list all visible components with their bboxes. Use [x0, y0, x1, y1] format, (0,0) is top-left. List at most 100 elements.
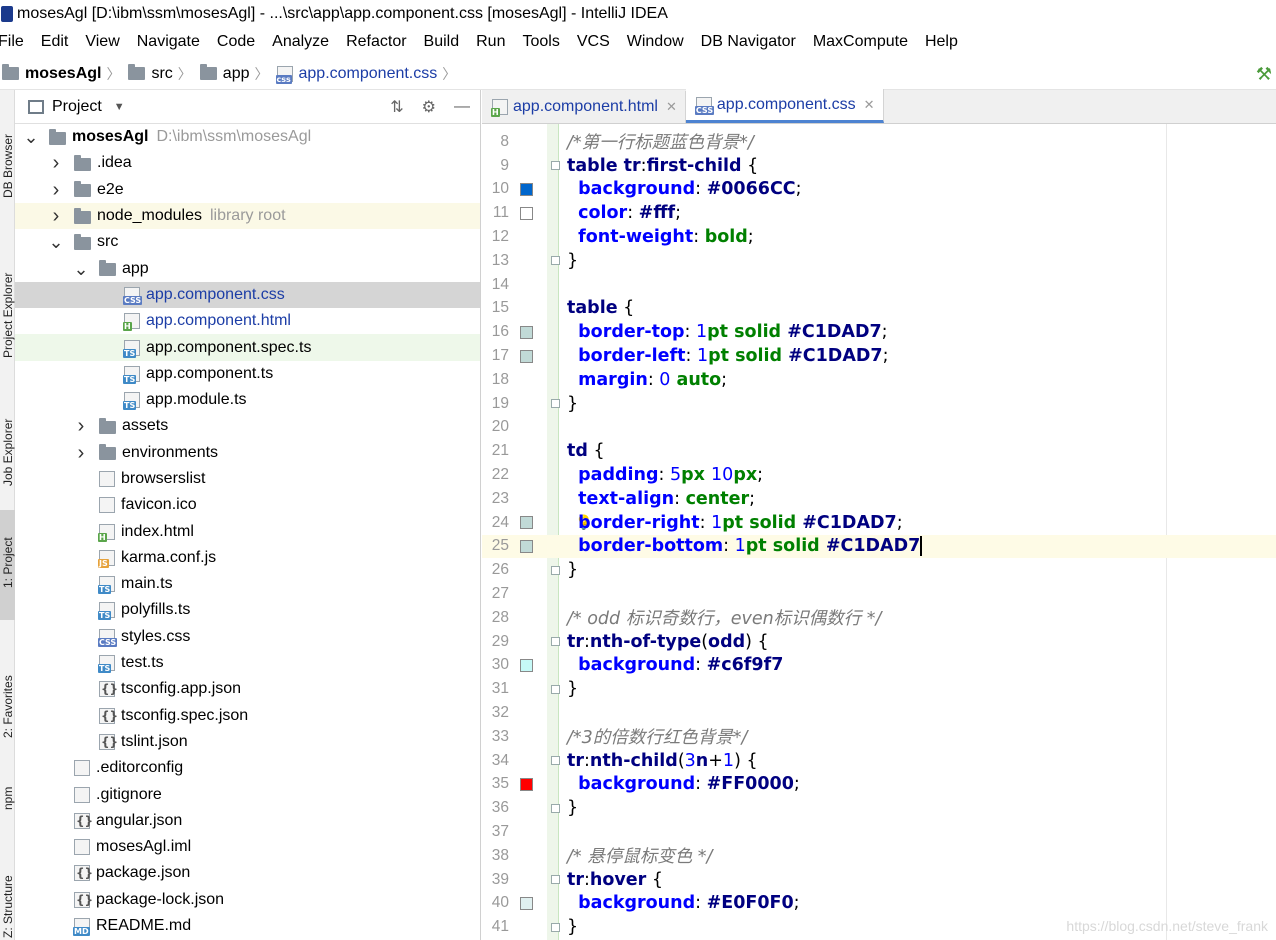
- breadcrumb-app[interactable]: app 〉: [199, 64, 277, 84]
- tree-item[interactable]: {} tslint.json: [15, 729, 480, 755]
- code-line[interactable]: 36}: [482, 796, 1276, 820]
- tree-item[interactable]: TS main.ts: [15, 571, 480, 597]
- close-icon[interactable]: ✕: [864, 97, 875, 113]
- tool-tab-project-explorer[interactable]: Project Explorer: [0, 230, 15, 360]
- color-swatch-icon[interactable]: [520, 896, 533, 910]
- build-hammer-icon[interactable]: ⚒: [1256, 64, 1272, 85]
- expand-arrow-right-icon[interactable]: ›: [73, 416, 89, 436]
- fold-marker-icon[interactable]: [551, 803, 560, 813]
- fold-marker-icon[interactable]: [551, 565, 560, 575]
- tree-item[interactable]: › .idea: [15, 150, 480, 176]
- menu-edit[interactable]: Edit: [41, 33, 69, 51]
- menu-file[interactable]: File: [0, 33, 24, 51]
- tree-item[interactable]: {} angular.json: [15, 808, 480, 834]
- editor-tab[interactable]: CSS app.component.css ✕: [685, 89, 884, 123]
- code-line[interactable]: 37: [482, 820, 1276, 844]
- expand-arrow-right-icon[interactable]: ›: [73, 443, 89, 463]
- menu-analyze[interactable]: Analyze: [272, 33, 329, 51]
- menu-db-navigator[interactable]: DB Navigator: [701, 33, 796, 51]
- menu-run[interactable]: Run: [476, 33, 505, 51]
- code-line[interactable]: 15 table {: [482, 297, 1276, 321]
- tool-tab-structure[interactable]: Z: Structure: [0, 860, 15, 940]
- editor-tab[interactable]: Happ.component.html ✕: [482, 91, 686, 123]
- menu-window[interactable]: Window: [627, 33, 684, 51]
- color-swatch-icon[interactable]: [520, 182, 533, 196]
- menu-tools[interactable]: Tools: [522, 33, 559, 51]
- fold-marker-icon[interactable]: [551, 922, 560, 932]
- color-swatch-icon[interactable]: [520, 658, 533, 672]
- expand-arrow-right-icon[interactable]: ›: [48, 206, 64, 226]
- code-line[interactable]: 22 padding: 5px 10px;: [482, 463, 1276, 487]
- tree-item[interactable]: ⌄ app: [15, 255, 480, 281]
- code-line[interactable]: 39 tr:hover {: [482, 868, 1276, 892]
- code-line[interactable]: 18 margin: 0 auto;: [482, 368, 1276, 392]
- tree-item[interactable]: mosesAgl.iml: [15, 834, 480, 860]
- code-line[interactable]: 32: [482, 701, 1276, 725]
- code-line[interactable]: 28 /* odd 标识奇数行，even标识偶数行 */: [482, 606, 1276, 630]
- code-line[interactable]: 10 background: #0066CC;: [482, 178, 1276, 202]
- tree-item[interactable]: browserslist: [15, 466, 480, 492]
- code-line[interactable]: 34 tr:nth-child(3n+1) {: [482, 749, 1276, 773]
- code-area[interactable]: 8/*第一行标题蓝色背景*/9 table tr:first-child {10 …: [482, 124, 1276, 940]
- expand-arrow-right-icon[interactable]: ›: [48, 180, 64, 200]
- code-line[interactable]: 14: [482, 273, 1276, 297]
- tree-item[interactable]: CSS styles.css: [15, 624, 480, 650]
- expand-arrow-right-icon[interactable]: ›: [48, 153, 64, 173]
- fold-marker-icon[interactable]: [551, 875, 560, 885]
- fold-marker-icon[interactable]: [551, 756, 560, 766]
- tree-item[interactable]: {} package.json: [15, 860, 480, 886]
- tree-item[interactable]: ⌄ mosesAgl D:\ibm\ssm\mosesAgl: [15, 124, 480, 150]
- code-line[interactable]: 20: [482, 416, 1276, 440]
- code-line[interactable]: 26}: [482, 558, 1276, 582]
- tree-item[interactable]: .gitignore: [15, 781, 480, 807]
- color-swatch-icon[interactable]: [520, 325, 533, 339]
- code-line[interactable]: 11 color: #fff;: [482, 201, 1276, 225]
- tree-item[interactable]: TS app.module.ts: [15, 387, 480, 413]
- tree-item[interactable]: .editorconfig: [15, 755, 480, 781]
- close-icon[interactable]: ✕: [666, 99, 677, 115]
- tree-item[interactable]: › node_modules library root: [15, 202, 480, 230]
- menu-help[interactable]: Help: [925, 33, 958, 51]
- menu-build[interactable]: Build: [424, 33, 460, 51]
- tree-item[interactable]: Hindex.html: [15, 518, 480, 544]
- menu-navigate[interactable]: Navigate: [137, 33, 200, 51]
- tool-tab-job-explorer[interactable]: Job Explorer: [0, 390, 15, 490]
- tree-item[interactable]: TS app.component.spec.ts: [15, 334, 480, 361]
- collapse-all-icon[interactable]: ⇅: [390, 97, 403, 117]
- tool-tab-favorites[interactable]: 2: Favorites: [0, 650, 15, 750]
- color-swatch-icon[interactable]: [520, 539, 533, 553]
- code-line[interactable]: 30 background: #c6f9f7: [482, 654, 1276, 678]
- tool-tab-project[interactable]: 1: Project: [0, 510, 15, 620]
- breadcrumb-file[interactable]: css app.component.css 〉: [275, 64, 465, 84]
- tree-item[interactable]: {} package-lock.json: [15, 887, 480, 913]
- code-line[interactable]: 16 border-top: 1pt solid #C1DAD7;: [482, 320, 1276, 344]
- code-line[interactable]: 25 border-bottom: 1pt solid #C1DAD7: [482, 534, 1276, 559]
- expand-arrow-down-icon[interactable]: ⌄: [23, 128, 39, 146]
- code-line[interactable]: 19}: [482, 392, 1276, 416]
- code-line[interactable]: 9 table tr:first-child {: [482, 154, 1276, 178]
- code-line[interactable]: 31}: [482, 677, 1276, 701]
- chevron-down-icon[interactable]: ▼: [114, 101, 125, 113]
- tree-item[interactable]: TS test.ts: [15, 650, 480, 676]
- code-line[interactable]: 27: [482, 582, 1276, 606]
- menu-maxcompute[interactable]: MaxCompute: [813, 33, 908, 51]
- fold-marker-icon[interactable]: [551, 399, 560, 409]
- code-line[interactable]: 13}: [482, 249, 1276, 273]
- breadcrumb-src[interactable]: src 〉: [128, 64, 199, 84]
- tree-item[interactable]: CSS app.component.css: [15, 281, 480, 309]
- code-line[interactable]: 38 /* 悬停鼠标变色 */: [482, 844, 1276, 868]
- code-line[interactable]: 29 tr:nth-of-type(odd) {: [482, 630, 1276, 654]
- menu-refactor[interactable]: Refactor: [346, 33, 406, 51]
- code-line[interactable]: 12 font-weight: bold;: [482, 225, 1276, 249]
- tree-item[interactable]: favicon.ico: [15, 492, 480, 518]
- menu-vcs[interactable]: VCS: [577, 33, 610, 51]
- minimize-icon[interactable]: —: [454, 98, 470, 116]
- code-line[interactable]: 24 💡 border-right: 1pt solid #C1DAD7;: [482, 511, 1276, 535]
- code-line[interactable]: 33 /*3的倍数行红色背景*/: [482, 725, 1276, 749]
- tool-tab-npm[interactable]: npm: [0, 780, 15, 830]
- code-line[interactable]: 8 /*第一行标题蓝色背景*/: [482, 130, 1276, 154]
- code-line[interactable]: 21 td {: [482, 439, 1276, 463]
- tree-item[interactable]: › assets: [15, 413, 480, 439]
- fold-marker-icon[interactable]: [551, 161, 560, 171]
- tree-item[interactable]: TS app.component.ts: [15, 361, 480, 387]
